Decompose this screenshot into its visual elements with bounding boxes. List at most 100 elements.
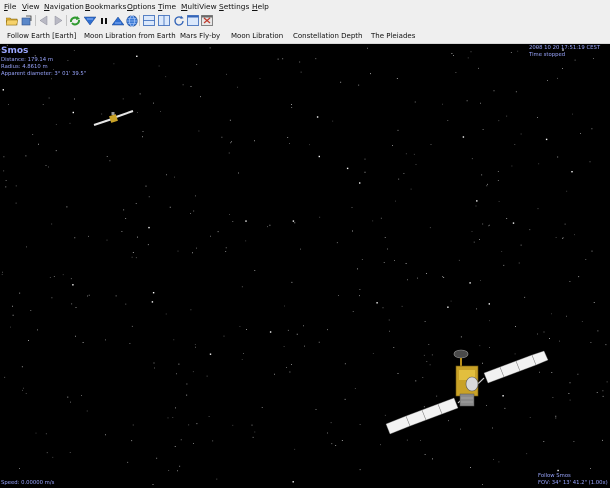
star xyxy=(176,373,177,375)
star xyxy=(196,64,198,65)
bookmarks-bar: Follow Earth [Earth] Moon Libration from… xyxy=(0,29,610,44)
star xyxy=(300,248,301,250)
star xyxy=(479,239,480,240)
pause-icon[interactable] xyxy=(97,14,110,27)
bookmark-mars-fly-by[interactable]: Mars Fly-by xyxy=(180,32,220,40)
star xyxy=(383,262,385,263)
star xyxy=(132,424,134,426)
star xyxy=(352,311,354,312)
star xyxy=(154,367,155,369)
bookmark-the-pleiades[interactable]: The Pleiades xyxy=(371,32,415,40)
star xyxy=(335,445,337,446)
menu-bookmarks[interactable]: Bookmarks xyxy=(85,2,126,11)
star xyxy=(269,331,272,333)
star xyxy=(380,444,381,446)
star xyxy=(394,260,395,261)
star xyxy=(217,231,219,233)
star xyxy=(8,104,9,105)
star xyxy=(361,259,363,260)
open-folder-icon[interactable] xyxy=(5,14,18,27)
star xyxy=(166,174,167,176)
forward-arrow-icon[interactable] xyxy=(52,14,65,27)
hud-datetime: 2008 10 20 17:51:19 CEST xyxy=(529,45,601,51)
star xyxy=(190,86,192,87)
star xyxy=(74,237,76,239)
star xyxy=(466,100,468,102)
star xyxy=(364,158,366,160)
star xyxy=(131,440,133,442)
split-horizontal-icon[interactable] xyxy=(142,14,155,27)
star xyxy=(395,200,396,202)
star xyxy=(458,259,460,261)
star xyxy=(488,303,490,305)
star xyxy=(223,335,225,337)
space-viewport[interactable]: Smos Distance: 179.14 m Radius: 4.8610 m… xyxy=(0,44,610,488)
star xyxy=(426,273,427,274)
star xyxy=(70,401,71,403)
star xyxy=(194,344,196,345)
star xyxy=(476,200,478,202)
menu-file[interactable]: File xyxy=(4,2,16,11)
star xyxy=(557,77,558,79)
menu-settings[interactable]: Settings xyxy=(219,2,249,11)
star xyxy=(173,339,175,341)
star xyxy=(372,353,374,354)
menu-view[interactable]: View xyxy=(22,2,40,11)
star xyxy=(139,93,141,95)
star xyxy=(12,314,14,316)
star xyxy=(289,371,291,373)
star xyxy=(359,295,360,297)
star xyxy=(282,58,284,60)
star xyxy=(357,268,358,270)
star xyxy=(475,205,477,207)
hud-follow: Follow Smos xyxy=(538,473,571,479)
star xyxy=(5,180,7,181)
star xyxy=(424,454,426,455)
star xyxy=(127,461,129,463)
star xyxy=(482,129,484,130)
bookmark-moon-libration[interactable]: Moon Libration xyxy=(231,32,283,40)
star xyxy=(569,382,571,384)
menu-bar: File View Navigation Bookmarks Options T… xyxy=(0,0,610,13)
back-arrow-icon[interactable] xyxy=(37,14,50,27)
cycle-view-icon[interactable] xyxy=(172,14,185,27)
single-view-icon[interactable] xyxy=(186,14,199,27)
bookmark-constellation-depth[interactable]: Constellation Depth xyxy=(293,32,362,40)
star xyxy=(145,185,147,187)
menu-multiview[interactable]: MultiView xyxy=(181,2,217,11)
star xyxy=(148,226,150,229)
star xyxy=(10,326,11,328)
star xyxy=(552,397,554,398)
star xyxy=(148,196,150,198)
star xyxy=(555,417,557,419)
menu-time[interactable]: Time xyxy=(158,2,176,11)
star xyxy=(489,224,490,226)
star xyxy=(515,326,516,327)
bookmark-follow-earth[interactable]: Follow Earth [Earth] xyxy=(7,32,76,40)
slower-icon[interactable] xyxy=(83,14,96,27)
star xyxy=(526,453,528,455)
faster-icon[interactable] xyxy=(111,14,124,27)
star xyxy=(562,68,563,69)
exit-icon[interactable] xyxy=(200,14,213,27)
menu-navigation[interactable]: Navigation xyxy=(44,2,84,11)
star xyxy=(367,47,368,49)
star xyxy=(182,84,184,86)
bookmark-moon-libration-from-earth[interactable]: Moon Libration from Earth xyxy=(84,32,176,40)
star xyxy=(471,231,473,232)
star xyxy=(165,313,167,315)
globe-icon[interactable] xyxy=(125,14,138,27)
menu-help[interactable]: Help xyxy=(252,2,269,11)
star xyxy=(410,188,412,190)
star xyxy=(172,417,174,418)
reverse-time-icon[interactable] xyxy=(68,14,81,27)
star xyxy=(174,176,175,178)
star xyxy=(49,277,51,278)
star xyxy=(165,76,167,78)
star xyxy=(506,115,508,117)
split-vertical-icon[interactable] xyxy=(157,14,170,27)
capture-icon[interactable] xyxy=(20,14,33,27)
star xyxy=(208,416,210,417)
star xyxy=(28,340,29,341)
menu-options[interactable]: Options xyxy=(127,2,156,11)
